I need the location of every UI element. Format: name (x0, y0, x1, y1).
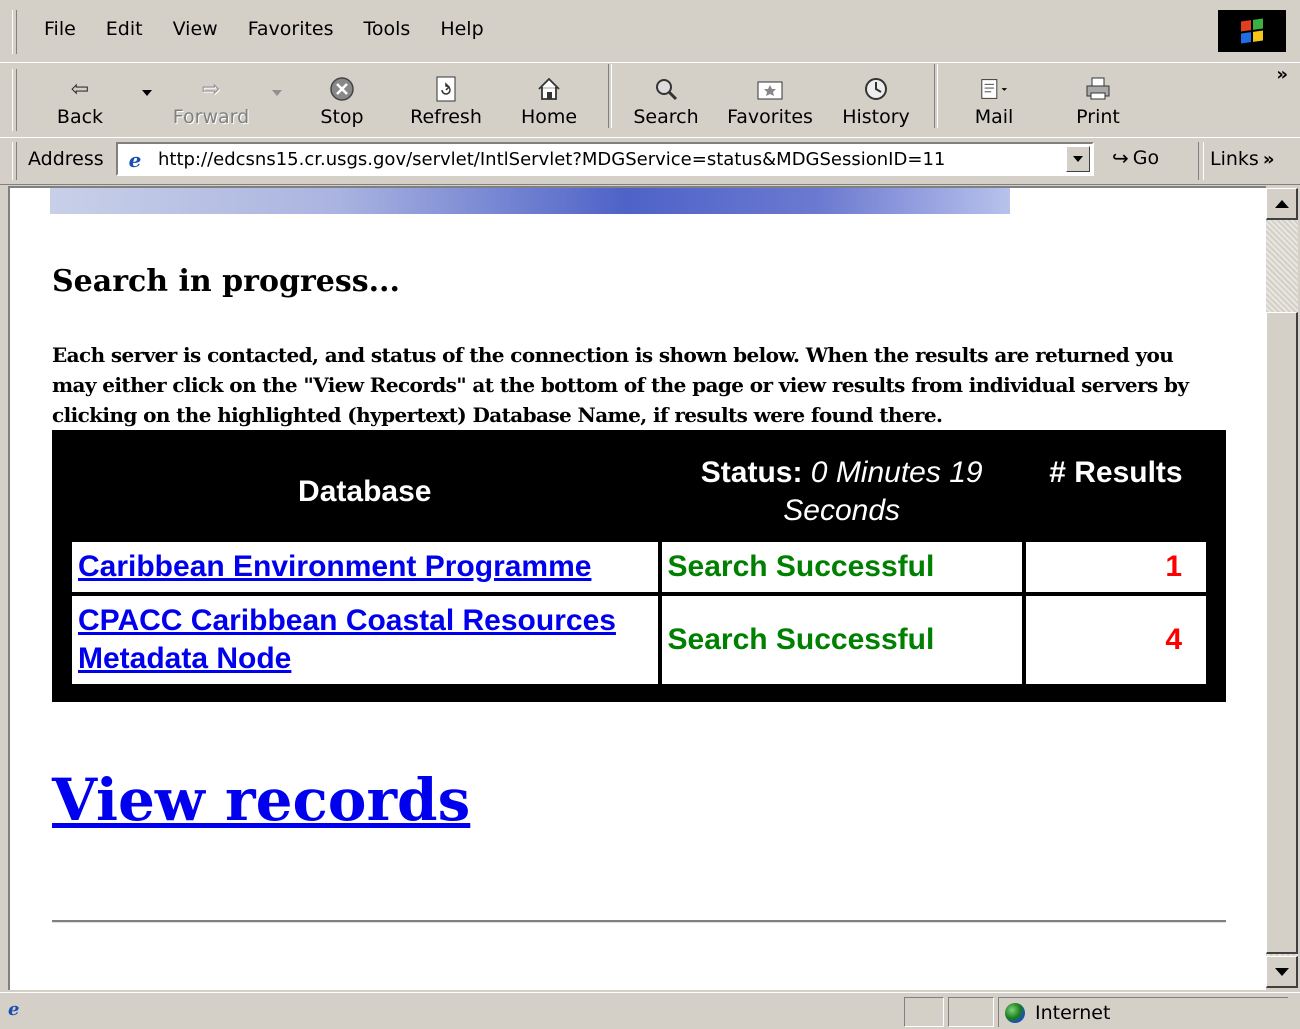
vertical-scrollbar[interactable] (1266, 188, 1298, 988)
view-records-link[interactable]: View records (52, 766, 470, 834)
stop-icon (327, 76, 357, 102)
stop-button[interactable]: Stop (310, 68, 374, 128)
database-link[interactable]: Caribbean Environment Programme (78, 550, 591, 583)
stop-label: Stop (320, 106, 364, 128)
refresh-label: Refresh (410, 106, 482, 128)
table-header-row: Database Status: 0 Minutes 19 Seconds # … (72, 434, 1206, 538)
database-link[interactable]: CPACC Caribbean Coastal Resources Metada… (78, 604, 616, 675)
address-label: Address (28, 148, 104, 170)
column-header-status: Status: 0 Minutes 19 Seconds (662, 434, 1022, 538)
status-cell: Search Successful (661, 596, 1022, 684)
scroll-thumb[interactable] (1266, 312, 1298, 954)
favorites-label: Favorites (727, 106, 813, 128)
go-button[interactable]: ↪ Go (1112, 146, 1159, 170)
status-prefix: Status: (700, 456, 803, 489)
database-cell: CPACC Caribbean Coastal Resources Metada… (72, 596, 658, 684)
search-icon (651, 76, 681, 102)
address-url[interactable]: http://edcsns15.cr.usgs.gov/servlet/Intl… (158, 149, 945, 170)
results-count-cell: 1 (1025, 542, 1206, 592)
history-icon (861, 76, 891, 102)
search-label: Search (633, 106, 699, 128)
mail-label: Mail (974, 106, 1014, 128)
printer-icon (1083, 76, 1113, 102)
forward-dropdown-icon[interactable] (272, 90, 282, 96)
status-security-pane (948, 997, 994, 1027)
menu-tools[interactable]: Tools (350, 16, 427, 42)
menu-items: File Edit View Favorites Tools Help (30, 16, 500, 42)
toolbar-separator (934, 64, 938, 128)
menu-edit[interactable]: Edit (92, 16, 159, 42)
header-banner-image (50, 188, 1010, 214)
chevron-down-icon (1274, 967, 1289, 976)
toolbar-separator (608, 64, 612, 128)
database-cell: Caribbean Environment Programme (72, 542, 658, 592)
address-bar: Address e http://edcsns15.cr.usgs.gov/se… (0, 137, 1300, 185)
menu-bar: File Edit View Favorites Tools Help (0, 0, 1300, 62)
table-row: CPACC Caribbean Coastal Resources Metada… (72, 596, 1206, 684)
scroll-up-button[interactable] (1266, 188, 1298, 220)
links-grip[interactable] (1198, 142, 1204, 180)
mail-button[interactable]: Mail (962, 68, 1026, 128)
menu-help[interactable]: Help (426, 16, 499, 42)
table-row: Caribbean Environment Programme Search S… (72, 542, 1206, 592)
address-input[interactable]: e http://edcsns15.cr.usgs.gov/servlet/In… (116, 142, 1094, 176)
zone-label: Internet (1035, 1001, 1111, 1024)
go-label: Go (1132, 147, 1160, 169)
scroll-down-button[interactable] (1266, 956, 1298, 988)
search-button[interactable]: Search (626, 68, 706, 128)
links-button[interactable]: Links» (1210, 148, 1274, 170)
mail-icon (979, 76, 1009, 102)
go-arrow-icon: ↪ (1112, 146, 1129, 170)
favorites-folder-icon (755, 76, 785, 102)
favorites-button[interactable]: Favorites (720, 68, 820, 128)
toolbar-more-chevron[interactable]: » (1276, 64, 1288, 85)
status-progress-pane (904, 997, 944, 1027)
page-title: Search in progress... (52, 264, 400, 299)
refresh-icon (431, 76, 461, 102)
history-label: History (842, 106, 910, 128)
history-button[interactable]: History (836, 68, 916, 128)
status-table: Database Status: 0 Minutes 19 Seconds # … (52, 430, 1226, 702)
ie-page-icon: e (128, 148, 142, 172)
forward-label: Forward (172, 106, 250, 128)
menu-favorites[interactable]: Favorites (234, 16, 350, 42)
security-zone: Internet (998, 997, 1288, 1027)
back-dropdown-icon[interactable] (142, 90, 152, 96)
back-button[interactable]: ⇦ Back (50, 68, 110, 129)
chevron-down-icon (1073, 156, 1083, 162)
column-header-database: Database (298, 475, 432, 508)
intro-text: Each server is contacted, and status of … (52, 343, 1189, 427)
status-text-pane (40, 997, 900, 1027)
toolbar-grip[interactable] (12, 69, 17, 131)
forward-arrow-icon: ⇨ (201, 76, 221, 102)
back-arrow-icon: ⇦ (70, 76, 90, 102)
chevron-up-icon (1274, 199, 1289, 208)
horizontal-rule (52, 920, 1226, 923)
windows-logo-icon (1218, 10, 1286, 52)
print-label: Print (1076, 106, 1120, 128)
refresh-button[interactable]: Refresh (400, 68, 492, 128)
column-header-results: # Results (1049, 456, 1183, 489)
print-button[interactable]: Print (1068, 68, 1128, 128)
menu-file[interactable]: File (30, 16, 92, 42)
links-label: Links (1210, 148, 1259, 170)
menu-view[interactable]: View (159, 16, 234, 42)
status-cell: Search Successful (661, 542, 1022, 592)
address-dropdown-button[interactable] (1066, 146, 1090, 172)
menu-grip[interactable] (12, 10, 17, 54)
back-label: Back (56, 106, 104, 128)
home-icon (534, 76, 564, 102)
results-count-cell: 4 (1025, 596, 1206, 684)
address-grip[interactable] (12, 142, 17, 180)
home-label: Home (520, 106, 578, 128)
status-bar: e Internet (0, 992, 1300, 1029)
links-more-chevron[interactable]: » (1263, 149, 1275, 170)
elapsed-time: 0 Minutes 19 Seconds (783, 456, 983, 527)
home-button[interactable]: Home (514, 68, 584, 128)
internet-globe-icon (1005, 1002, 1025, 1023)
forward-button[interactable]: ⇨ Forward (166, 68, 256, 129)
page-status-ie-icon: e (8, 999, 20, 1020)
page-viewport: Search in progress... Each server is con… (8, 186, 1266, 990)
